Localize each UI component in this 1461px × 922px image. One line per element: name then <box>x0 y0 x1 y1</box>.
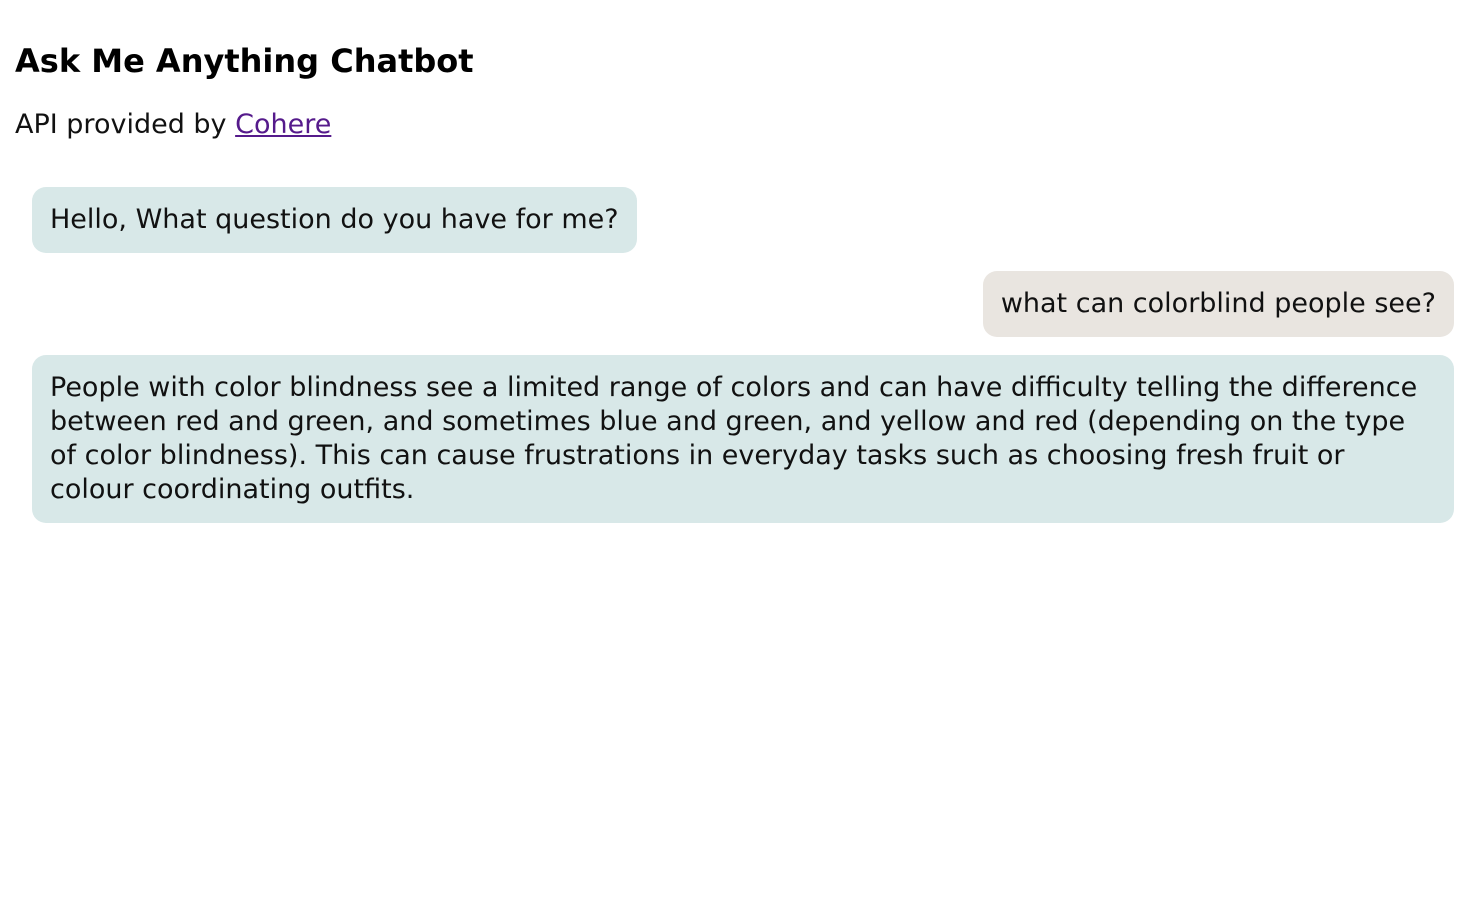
user-message: what can colorblind people see? <box>982 271 1454 337</box>
api-attribution: API provided by Cohere <box>15 82 1454 142</box>
page-title: Ask Me Anything Chatbot <box>15 42 474 80</box>
api-attribution-prefix: API provided by <box>15 109 236 140</box>
chat-log: Hello, What question do you have for me?… <box>15 187 1454 541</box>
chat-page: Ask Me Anything Chatbot API provided by … <box>0 0 1461 922</box>
bot-message: Hello, What question do you have for me? <box>32 187 637 253</box>
bot-message: People with color blindness see a limite… <box>32 355 1454 523</box>
cohere-link[interactable]: Cohere <box>235 109 331 140</box>
